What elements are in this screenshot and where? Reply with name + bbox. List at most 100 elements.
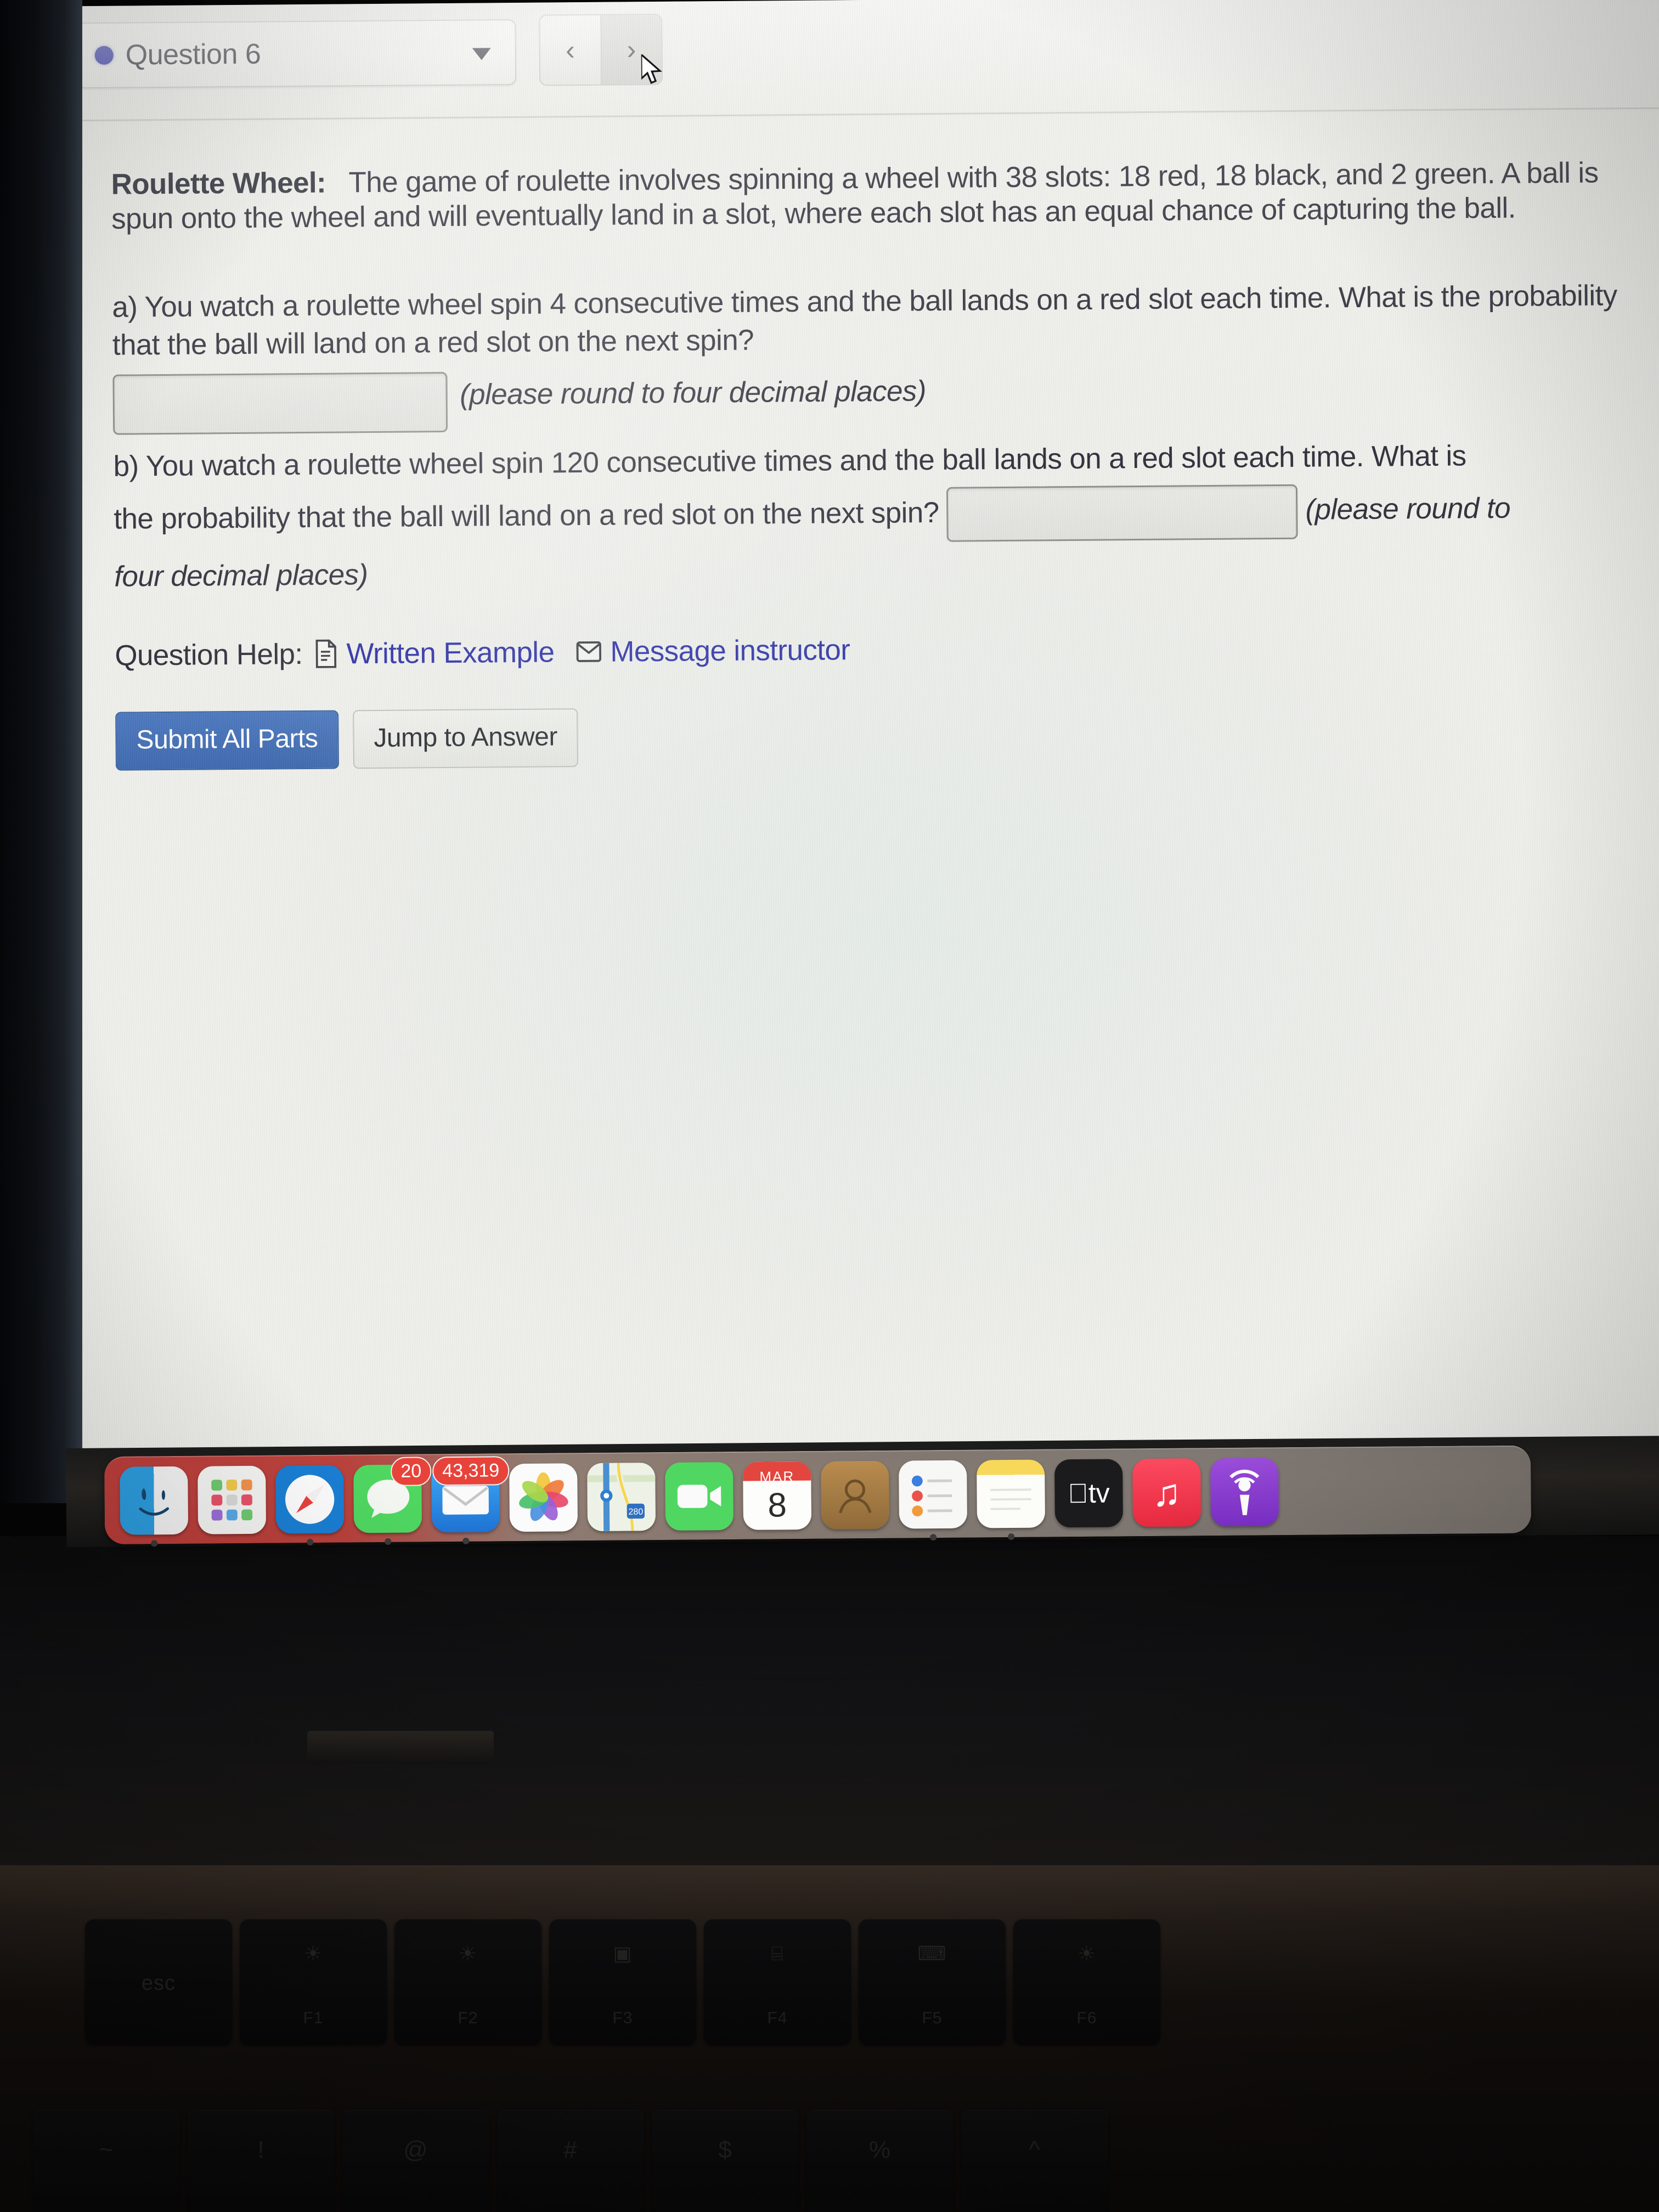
key-glyph: ▣ xyxy=(613,1942,633,1965)
envelope-icon xyxy=(576,641,602,662)
message-instructor-label: Message instructor xyxy=(610,633,850,668)
dock-item-tv[interactable]: tv xyxy=(1054,1459,1124,1528)
key-label: F4 xyxy=(767,2009,788,2027)
written-example-label: Written Example xyxy=(346,636,555,670)
dock-item-finder[interactable] xyxy=(120,1466,189,1547)
key-glyph: ⌨ xyxy=(917,1942,947,1965)
maps-icon: 280 xyxy=(587,1463,656,1531)
key-label: ^ xyxy=(1029,2136,1041,2163)
key-tilde[interactable]: ~ xyxy=(33,2110,180,2212)
dock-item-messages[interactable]: 20 xyxy=(353,1457,432,1545)
calendar-day-label: 8 xyxy=(768,1486,787,1525)
key-f4[interactable]: ⌸ F4 xyxy=(704,1919,851,2044)
question-help-label: Question Help: xyxy=(115,637,303,672)
part-b-hint-2: four decimal places) xyxy=(114,558,368,593)
notes-icon xyxy=(990,1488,1031,1510)
key-f1[interactable]: ☀ F1 xyxy=(240,1919,387,2044)
running-indicator xyxy=(930,1534,937,1541)
podcasts-icon xyxy=(1229,1469,1260,1515)
running-indicator xyxy=(385,1538,392,1545)
key-label: ~ xyxy=(99,2136,114,2163)
chevron-down-icon xyxy=(472,48,491,60)
key-6[interactable]: ^ xyxy=(961,2110,1108,2212)
dock-item-safari[interactable] xyxy=(275,1465,345,1546)
dock-item-notes[interactable] xyxy=(977,1459,1046,1541)
key-glyph: ☀ xyxy=(459,1942,477,1965)
question-body: Roulette Wheel: The game of roulette inv… xyxy=(66,111,1659,1504)
dock-item-contacts[interactable] xyxy=(821,1460,890,1530)
running-indicator xyxy=(307,1539,314,1546)
laptop-screen: Question 6 ‹ › Roulette Wheel: The game … xyxy=(66,0,1659,1504)
question-help-row: Question Help: Written Example Message i… xyxy=(115,627,1626,673)
key-label: ! xyxy=(257,2136,265,2163)
key-f3[interactable]: ▣ F3 xyxy=(549,1919,696,2044)
key-label: F1 xyxy=(303,2009,324,2027)
part-b-answer-row: the probability that the ball will land … xyxy=(114,482,1625,549)
dock-item-calendar[interactable]: MAR 8 xyxy=(743,1461,812,1530)
photo-of-laptop-screen: Question 6 ‹ › Roulette Wheel: The game … xyxy=(0,0,1659,2212)
part-a-answer-input[interactable] xyxy=(112,371,448,435)
key-3[interactable]: # xyxy=(497,2110,644,2212)
screen-bezel-left xyxy=(0,0,82,1503)
dock-item-maps[interactable]: 280 xyxy=(587,1463,656,1532)
key-glyph: ☀ xyxy=(1077,1942,1096,1965)
laptop-hinge xyxy=(307,1731,494,1764)
submit-all-parts-button[interactable]: Submit All Parts xyxy=(115,710,339,771)
dock-item-podcasts[interactable] xyxy=(1210,1458,1279,1527)
part-a-text: a) You watch a roulette wheel spin 4 con… xyxy=(112,279,1617,362)
reminders-icon xyxy=(911,1475,952,1517)
written-example-link[interactable]: Written Example xyxy=(314,635,555,670)
action-buttons: Submit All Parts Jump to Answer xyxy=(115,700,1627,771)
document-icon xyxy=(315,639,337,668)
key-1[interactable]: ! xyxy=(188,2110,335,2212)
safari-icon xyxy=(280,1469,340,1530)
key-esc[interactable]: esc xyxy=(85,1919,232,2044)
mail-badge: 43,319 xyxy=(432,1456,510,1486)
key-label: F3 xyxy=(612,2009,633,2027)
part-b-hint-1: (please round to xyxy=(1305,492,1511,526)
part-a-hint: (please round to four decimal places) xyxy=(459,375,927,411)
finder-icon xyxy=(139,1488,170,1516)
part-b-text-line1: b) You watch a roulette wheel spin 120 c… xyxy=(113,439,1466,483)
key-4[interactable]: $ xyxy=(652,2110,799,2212)
question-selector-dropdown[interactable]: Question 6 xyxy=(77,19,517,89)
dock-item-music[interactable]: ♫ xyxy=(1132,1458,1201,1527)
key-glyph: ⌸ xyxy=(771,1942,784,1965)
key-label: % xyxy=(868,2136,891,2163)
key-label: @ xyxy=(403,2136,428,2163)
contacts-icon xyxy=(839,1479,872,1514)
running-indicator xyxy=(1008,1533,1015,1541)
keyboard-number-row: ~ ! @ # $ % ^ xyxy=(33,2110,1108,2212)
facetime-icon xyxy=(677,1485,721,1508)
key-label: F6 xyxy=(1076,2009,1097,2027)
jump-to-answer-button[interactable]: Jump to Answer xyxy=(352,708,579,769)
key-2[interactable]: @ xyxy=(342,2110,489,2212)
key-label: # xyxy=(563,2136,578,2163)
key-f6[interactable]: ☀ F6 xyxy=(1013,1919,1160,2044)
svg-text:280: 280 xyxy=(628,1507,643,1517)
keyboard-function-row: esc ☀ F1 ☀ F2 ▣ F3 ⌸ F4 ⌨ F5 ☀ F6 xyxy=(85,1919,1160,2044)
messages-badge: 20 xyxy=(391,1457,432,1487)
dock-item-photos[interactable] xyxy=(509,1463,578,1532)
question-selector-label: Question 6 xyxy=(125,38,261,71)
key-f2[interactable]: ☀ F2 xyxy=(394,1919,541,2044)
key-5[interactable]: % xyxy=(806,2110,953,2212)
part-a-answer-row: (please round to four decimal places) xyxy=(112,363,1624,435)
message-instructor-link[interactable]: Message instructor xyxy=(576,633,850,669)
key-glyph: ☀ xyxy=(304,1942,323,1965)
dock-item-launchpad[interactable] xyxy=(198,1465,267,1534)
dock-item-mail[interactable]: 43,319 xyxy=(431,1456,510,1544)
part-b-text-line2: the probability that the ball will land … xyxy=(114,496,939,535)
question-intro: Roulette Wheel: The game of roulette inv… xyxy=(111,156,1622,236)
dock-item-facetime[interactable] xyxy=(665,1462,734,1531)
dock-item-reminders[interactable] xyxy=(899,1460,968,1541)
running-indicator xyxy=(151,1540,158,1547)
question-title: Roulette Wheel: xyxy=(111,166,326,201)
mouse-cursor-icon xyxy=(641,54,662,84)
photos-icon xyxy=(519,1472,568,1521)
question-intro-text: The game of roulette involves spinning a… xyxy=(111,156,1599,235)
running-indicator xyxy=(462,1537,470,1544)
part-b-answer-input[interactable] xyxy=(946,484,1298,542)
prev-question-button[interactable]: ‹ xyxy=(540,15,600,85)
key-f5[interactable]: ⌨ F5 xyxy=(859,1919,1006,2044)
